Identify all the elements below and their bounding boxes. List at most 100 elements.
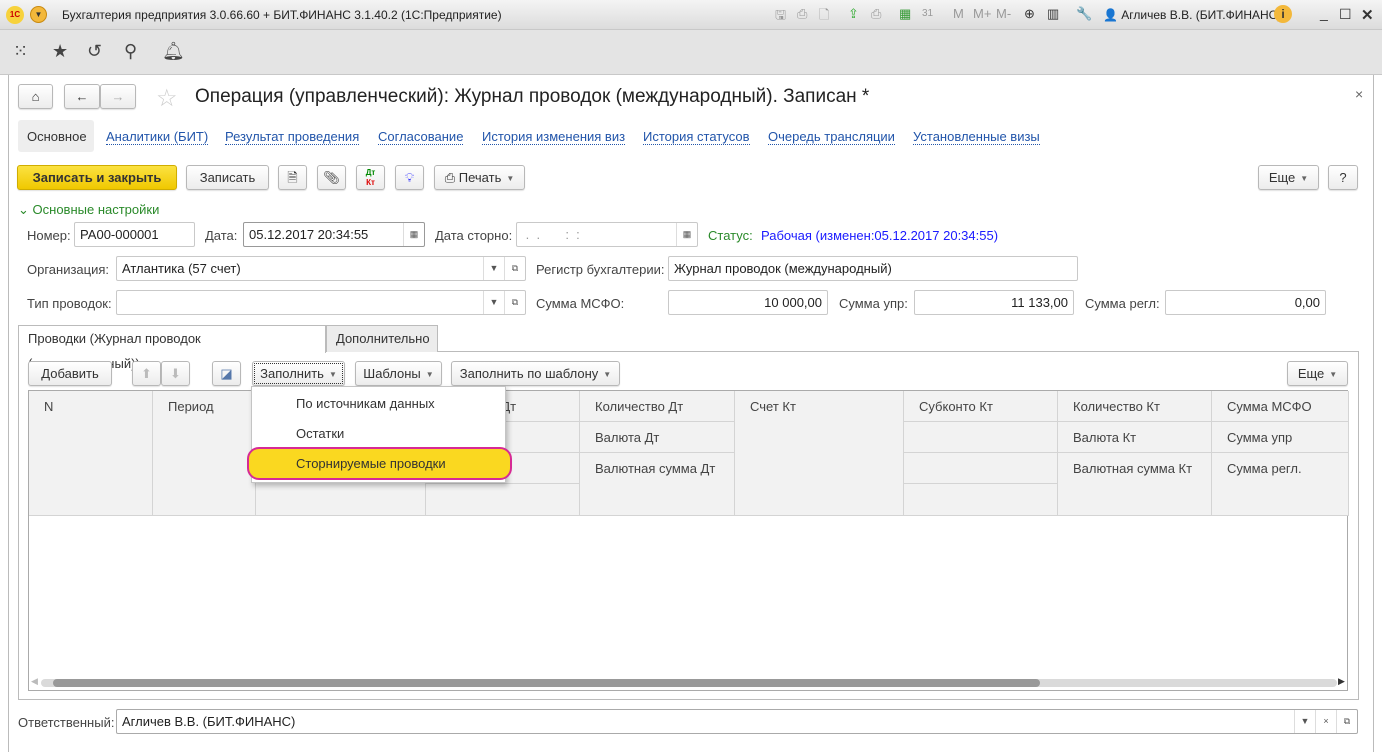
column-header-ifrs[interactable]: Сумма МСФО [1212, 391, 1349, 422]
open-icon[interactable]: ⧉ [1336, 710, 1357, 733]
memory-plus-button[interactable]: M+ [973, 6, 991, 21]
save-icon[interactable]: 🖫 [775, 6, 786, 28]
upload-icon[interactable]: ⇪ [848, 6, 859, 22]
column-header-qty-dt[interactable]: Количество Дт [580, 391, 735, 422]
menu-item-storno-entries[interactable]: Сторнируемые проводки [247, 447, 512, 480]
info-icon[interactable]: i [1274, 5, 1292, 23]
back-button[interactable]: ← [64, 84, 100, 109]
print-icon[interactable]: ⎙ [797, 6, 807, 22]
close-form-button[interactable]: × [1355, 86, 1363, 102]
date-field[interactable]: 05.12.2017 20:34:55 ▦ [243, 222, 425, 247]
forward-button[interactable]: → [100, 84, 136, 109]
entry-type-field[interactable]: ▼ ⧉ [116, 290, 526, 315]
zoom-icon[interactable]: ⊕ [1024, 6, 1035, 22]
table-more-button[interactable]: Еще ▼ [1287, 361, 1348, 386]
save-button[interactable]: Записать [186, 165, 269, 190]
storno-date-field[interactable]: . . : : ▦ [516, 222, 698, 247]
add-button[interactable]: Добавить [28, 361, 112, 386]
lightbulb-icon[interactable]: 💡︎ [395, 165, 424, 190]
column-header-subconto-kt-2[interactable] [904, 422, 1058, 453]
move-up-button[interactable]: ⬆ [132, 361, 161, 386]
column-header-subconto-kt-3[interactable] [904, 453, 1058, 484]
attach-icon[interactable]: 📎︎ [317, 165, 346, 190]
minimize-button[interactable]: _ [1320, 5, 1328, 21]
menu-item-data-sources[interactable]: По источникам данных [296, 396, 435, 411]
tab-status-history[interactable]: История статусов [643, 129, 750, 145]
column-header-period[interactable]: Период [153, 391, 256, 516]
scroll-right-icon[interactable]: ▶ [1338, 676, 1345, 687]
column-header-cursum-dt[interactable]: Валютная сумма Дт [580, 453, 735, 516]
column-header-reg[interactable]: Сумма регл. [1212, 453, 1349, 516]
status-value[interactable]: Рабочая (изменен:05.12.2017 20:34:55) [761, 228, 998, 243]
move-down-button[interactable]: ⬇ [161, 361, 190, 386]
column-header-subconto-kt-4[interactable] [904, 484, 1058, 516]
tab-posting-result[interactable]: Результат проведения [225, 129, 360, 145]
dropdown-icon[interactable]: ▼ [483, 257, 504, 280]
tab-analytics[interactable]: Аналитики (БИТ) [106, 129, 209, 145]
more-button[interactable]: Еще ▼ [1258, 165, 1319, 190]
number-field[interactable]: РА00-000001 [74, 222, 195, 247]
tab-visa-history[interactable]: История изменения виз [482, 129, 626, 145]
tools-icon[interactable]: 🔧 [1076, 6, 1092, 22]
tab-additional[interactable]: Дополнительно [326, 325, 438, 352]
memory-minus-button[interactable]: M- [996, 6, 1011, 21]
column-header-qty-kt[interactable]: Количество Кт [1058, 391, 1212, 422]
fill-button[interactable]: Заполнить ▼ [252, 361, 345, 386]
clear-icon[interactable]: × [1315, 710, 1336, 733]
open-icon[interactable]: ⧉ [504, 291, 525, 314]
column-header-cursum-kt[interactable]: Валютная сумма Кт [1058, 453, 1212, 516]
scrollbar-thumb[interactable] [53, 679, 1040, 687]
column-header-currency-kt[interactable]: Валюта Кт [1058, 422, 1212, 453]
dt-kt-icon[interactable]: Дт Кт [356, 165, 385, 190]
dropdown-icon[interactable]: ▼ [1294, 710, 1315, 733]
mgmt-sum-field[interactable]: 11 133,00 [914, 290, 1074, 315]
memory-button[interactable]: M [953, 6, 964, 21]
tab-translation-queue[interactable]: Очередь трансляции [768, 129, 895, 145]
print-button[interactable]: ⎙ Печать ▼ [434, 165, 525, 190]
maximize-button[interactable]: ☐ [1339, 6, 1352, 23]
user-menu[interactable]: 👤 Агличев В.В. (БИТ.ФИНАНС) [1103, 8, 1281, 22]
favorite-star-icon[interactable]: ☆ [156, 84, 178, 113]
main-menu-button[interactable]: ▼ [30, 6, 47, 23]
eraser-icon[interactable]: ◪ [212, 361, 241, 386]
group-basic-settings[interactable]: ⌄ Основные настройки [18, 202, 159, 218]
column-header-subconto-kt[interactable]: Субконто Кт [904, 391, 1058, 422]
home-button[interactable]: ⌂ [18, 84, 53, 109]
document-icon[interactable]: 🗎 [278, 165, 307, 190]
column-header-subconto-dt-4[interactable] [426, 484, 580, 516]
register-field[interactable]: Журнал проводок (международный) [668, 256, 1078, 281]
ifrs-sum-field[interactable]: 10 000,00 [668, 290, 828, 315]
templates-button[interactable]: Шаблоны ▼ [355, 361, 442, 386]
scroll-left-icon[interactable]: ◀ [31, 676, 38, 687]
tab-entries[interactable]: Проводки (Журнал проводок (международный… [18, 325, 326, 371]
column-header-mgmt[interactable]: Сумма упр [1212, 422, 1349, 453]
close-window-button[interactable]: ✕ [1361, 6, 1374, 24]
entries-table[interactable]: N Период Счет Дт Субконто Дт Количество … [28, 390, 1349, 691]
favorites-star-icon[interactable]: ★ [52, 41, 68, 62]
column-header-n[interactable]: N [29, 391, 153, 516]
search-icon[interactable]: ⚲ [124, 41, 137, 62]
apps-grid-icon[interactable]: ⁙ [13, 41, 28, 62]
open-icon[interactable]: ⧉ [504, 257, 525, 280]
fill-by-template-button[interactable]: Заполнить по шаблону ▼ [451, 361, 620, 386]
scan-icon[interactable]: ⎙ [871, 6, 881, 22]
calendar-icon[interactable]: 31 [922, 8, 933, 19]
organization-field[interactable]: Атлантика (57 счет) ▼ ⧉ [116, 256, 526, 281]
reg-sum-field[interactable]: 0,00 [1165, 290, 1326, 315]
column-header-currency-dt[interactable]: Валюта Дт [580, 422, 735, 453]
calculator-icon[interactable]: ▦ [899, 6, 911, 22]
help-button[interactable]: ? [1328, 165, 1358, 190]
menu-item-balances[interactable]: Остатки [296, 426, 344, 441]
tab-main[interactable]: Основное [18, 120, 94, 152]
preview-icon[interactable]: 🗋 [819, 6, 829, 28]
notifications-bell-icon[interactable]: 🔔︎ [162, 41, 185, 62]
history-icon[interactable]: ↺ [87, 41, 102, 62]
dropdown-icon[interactable]: ▼ [483, 291, 504, 314]
tab-approval[interactable]: Согласование [378, 129, 464, 145]
calendar-icon[interactable]: ▦ [676, 223, 697, 246]
calendar-icon[interactable]: ▦ [403, 223, 424, 246]
horizontal-scrollbar[interactable] [41, 679, 1337, 687]
column-header-account-kt[interactable]: Счет Кт [735, 391, 904, 516]
tab-visas[interactable]: Установленные визы [913, 129, 1040, 145]
panels-icon[interactable]: ▥ [1047, 6, 1059, 22]
